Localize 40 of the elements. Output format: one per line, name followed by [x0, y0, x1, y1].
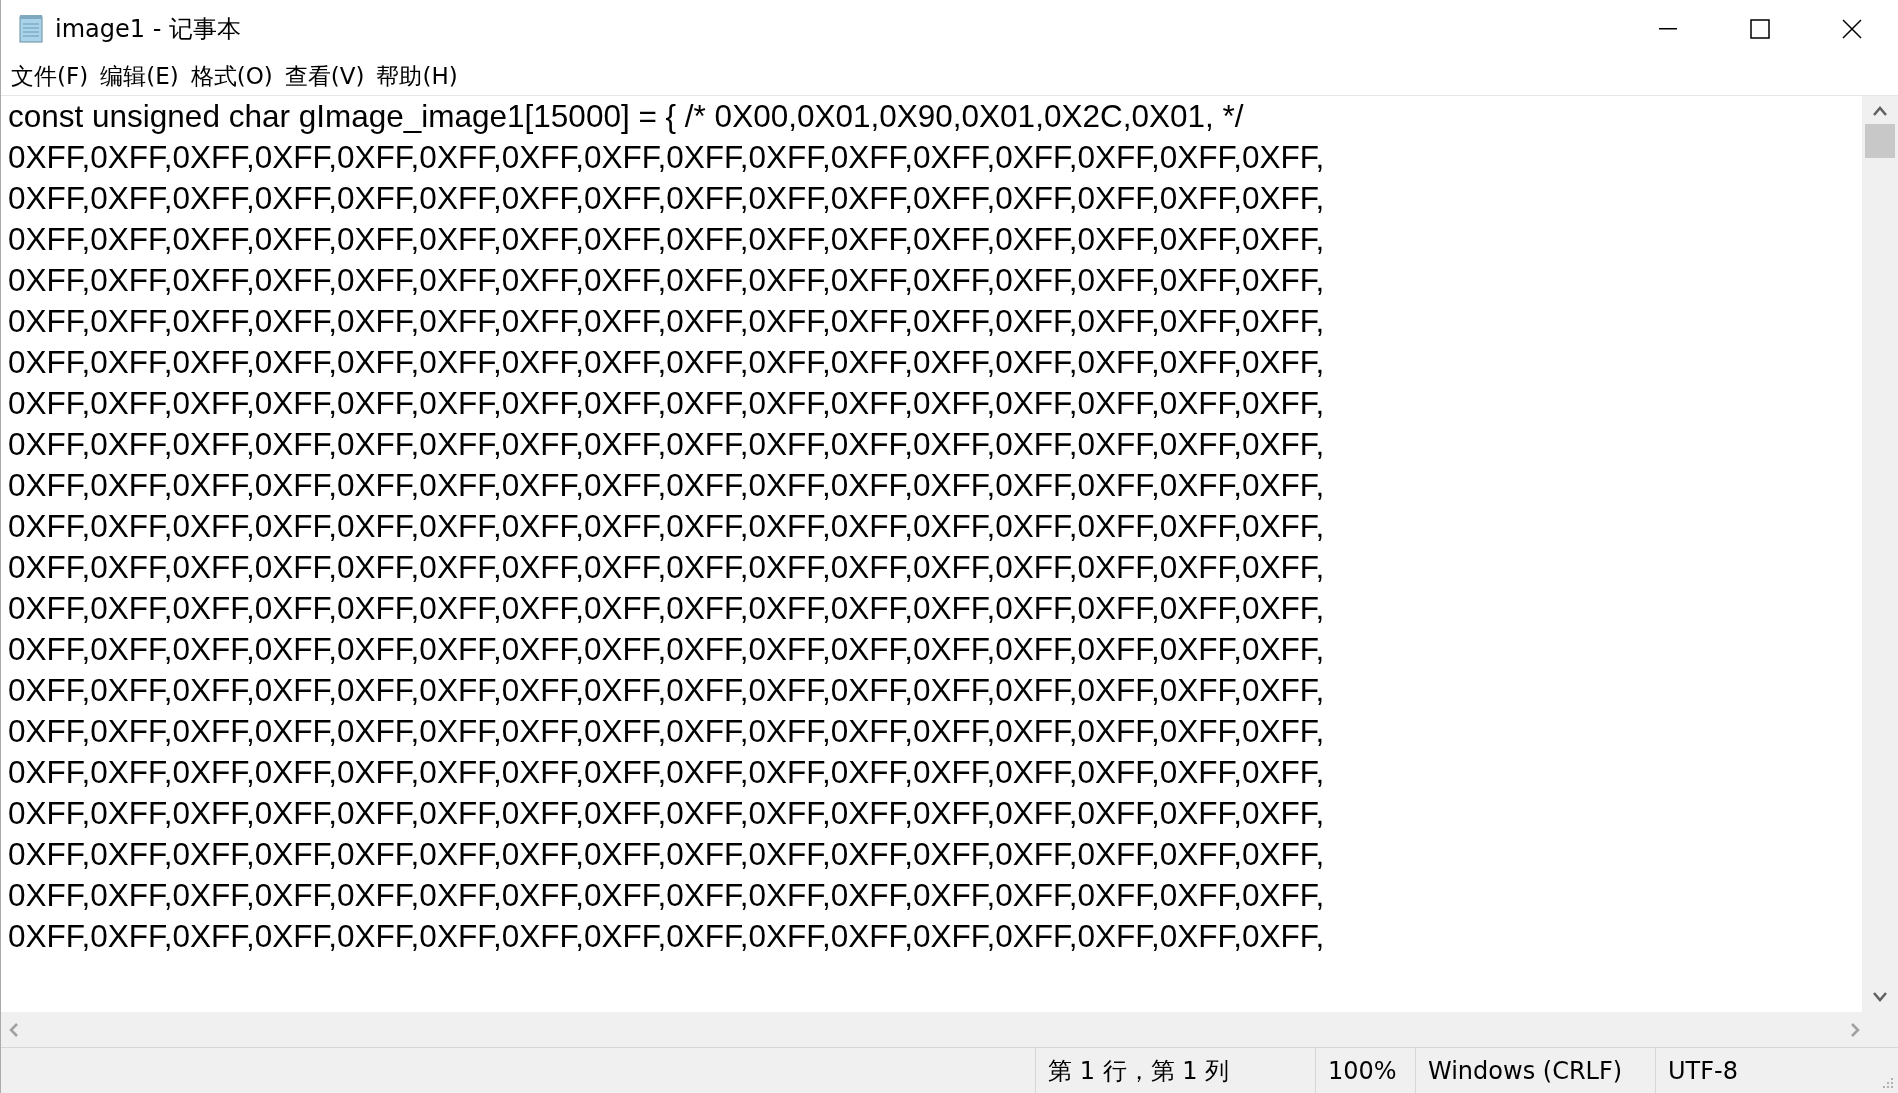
code-line: 0XFF,0XFF,0XFF,0XFF,0XFF,0XFF,0XFF,0XFF,0XFF,0XFF,0XFF,0XFF,0XFF,0XFF,0XFF,0XFF,: [8, 917, 1326, 956]
code-line: 0XFF,0XFF,0XFF,0XFF,0XFF,0XFF,0XFF,0XFF,0XFF,0XFF,0XFF,0XFF,0XFF,0XFF,0XFF,0XFF,: [8, 835, 1326, 874]
code-line: 0XFF,0XFF,0XFF,0XFF,0XFF,0XFF,0XFF,0XFF,0XFF,0XFF,0XFF,0XFF,0XFF,0XFF,0XFF,0XFF,: [8, 548, 1326, 587]
scroll-right-icon[interactable]: [1850, 1022, 1860, 1037]
close-icon: [1842, 19, 1862, 39]
code-line: 0XFF,0XFF,0XFF,0XFF,0XFF,0XFF,0XFF,0XFF,0XFF,0XFF,0XFF,0XFF,0XFF,0XFF,0XFF,0XFF,: [8, 425, 1326, 464]
code-line: 0XFF,0XFF,0XFF,0XFF,0XFF,0XFF,0XFF,0XFF,0XFF,0XFF,0XFF,0XFF,0XFF,0XFF,0XFF,0XFF,: [8, 302, 1326, 341]
code-line: 0XFF,0XFF,0XFF,0XFF,0XFF,0XFF,0XFF,0XFF,0XFF,0XFF,0XFF,0XFF,0XFF,0XFF,0XFF,0XFF,: [8, 507, 1326, 546]
menu-item[interactable]: 编辑(E): [94, 65, 185, 88]
code-line: 0XFF,0XFF,0XFF,0XFF,0XFF,0XFF,0XFF,0XFF,0XFF,0XFF,0XFF,0XFF,0XFF,0XFF,0XFF,0XFF,: [8, 712, 1326, 751]
menu-item[interactable]: 文件(F): [5, 65, 95, 88]
scroll-left-icon[interactable]: [9, 1022, 19, 1037]
code-line: 0XFF,0XFF,0XFF,0XFF,0XFF,0XFF,0XFF,0XFF,0XFF,0XFF,0XFF,0XFF,0XFF,0XFF,0XFF,0XFF,: [8, 138, 1326, 177]
scrollbar-thumb[interactable]: [1865, 124, 1895, 158]
minimize-icon: [1659, 28, 1677, 30]
code-line: 0XFF,0XFF,0XFF,0XFF,0XFF,0XFF,0XFF,0XFF,0XFF,0XFF,0XFF,0XFF,0XFF,0XFF,0XFF,0XFF,: [8, 466, 1326, 505]
code-line: 0XFF,0XFF,0XFF,0XFF,0XFF,0XFF,0XFF,0XFF,0XFF,0XFF,0XFF,0XFF,0XFF,0XFF,0XFF,0XFF,: [8, 220, 1326, 259]
scroll-down-icon[interactable]: [1873, 992, 1887, 1002]
maximize-icon: [1750, 19, 1770, 39]
code-line: 0XFF,0XFF,0XFF,0XFF,0XFF,0XFF,0XFF,0XFF,0XFF,0XFF,0XFF,0XFF,0XFF,0XFF,0XFF,0XFF,: [8, 261, 1326, 300]
status-text: UTF-8: [1655, 1048, 1785, 1093]
menu-item[interactable]: 查看(V): [278, 65, 371, 88]
code-line: 0XFF,0XFF,0XFF,0XFF,0XFF,0XFF,0XFF,0XFF,0XFF,0XFF,0XFF,0XFF,0XFF,0XFF,0XFF,0XFF,: [8, 630, 1326, 669]
scroll-up-icon[interactable]: [1873, 106, 1887, 116]
status-text: 第 1 行，第 1 列: [1035, 1048, 1315, 1093]
code-line: 0XFF,0XFF,0XFF,0XFF,0XFF,0XFF,0XFF,0XFF,0XFF,0XFF,0XFF,0XFF,0XFF,0XFF,0XFF,0XFF,: [8, 179, 1326, 218]
code-line: 0XFF,0XFF,0XFF,0XFF,0XFF,0XFF,0XFF,0XFF,0XFF,0XFF,0XFF,0XFF,0XFF,0XFF,0XFF,0XFF,: [8, 343, 1326, 382]
code-line: 0XFF,0XFF,0XFF,0XFF,0XFF,0XFF,0XFF,0XFF,0XFF,0XFF,0XFF,0XFF,0XFF,0XFF,0XFF,0XFF,: [8, 876, 1326, 915]
code-line: 0XFF,0XFF,0XFF,0XFF,0XFF,0XFF,0XFF,0XFF,0XFF,0XFF,0XFF,0XFF,0XFF,0XFF,0XFF,0XFF,: [8, 794, 1326, 833]
menu-item[interactable]: 格式(O): [184, 65, 279, 88]
resize-grip-icon[interactable]: [1880, 1075, 1894, 1089]
code-line: 0XFF,0XFF,0XFF,0XFF,0XFF,0XFF,0XFF,0XFF,0XFF,0XFF,0XFF,0XFF,0XFF,0XFF,0XFF,0XFF,: [8, 384, 1326, 423]
window-title: image1 - 记事本: [55, 14, 241, 45]
status-text: 100%: [1315, 1048, 1415, 1093]
code-line: 0XFF,0XFF,0XFF,0XFF,0XFF,0XFF,0XFF,0XFF,0XFF,0XFF,0XFF,0XFF,0XFF,0XFF,0XFF,0XFF,: [8, 671, 1326, 710]
menu-item[interactable]: 帮助(H): [370, 65, 464, 88]
code-line: 0XFF,0XFF,0XFF,0XFF,0XFF,0XFF,0XFF,0XFF,0XFF,0XFF,0XFF,0XFF,0XFF,0XFF,0XFF,0XFF,: [8, 753, 1326, 792]
code-line: 0XFF,0XFF,0XFF,0XFF,0XFF,0XFF,0XFF,0XFF,0XFF,0XFF,0XFF,0XFF,0XFF,0XFF,0XFF,0XFF,: [8, 589, 1326, 628]
code-line: const unsigned char gImage_image1[15000] = { /* 0X00,0X01,0X90,0X01,0X2C,0X01, */: [8, 97, 1245, 136]
status-text: Windows (CRLF): [1415, 1048, 1655, 1093]
